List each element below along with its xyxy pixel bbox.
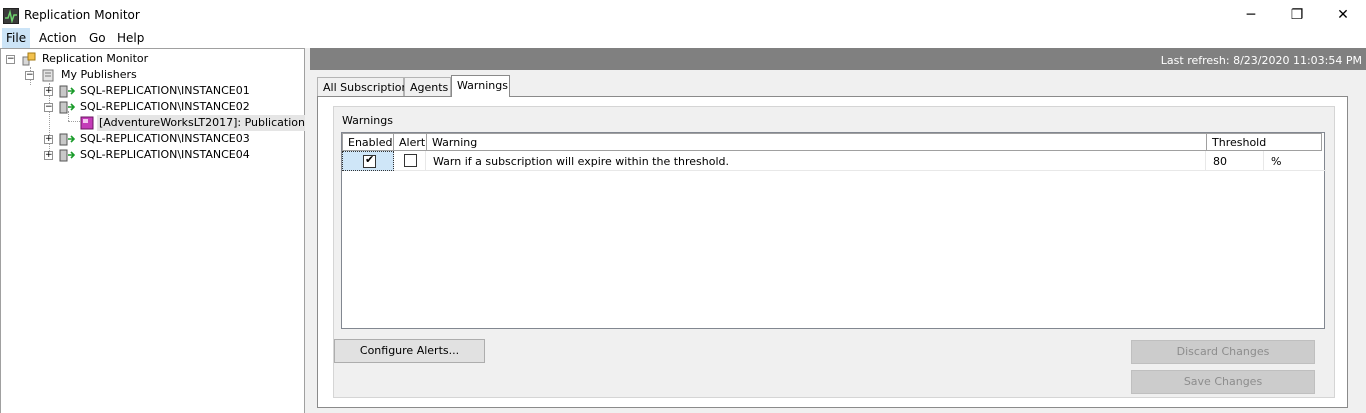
column-header-alert[interactable]: Alert <box>393 133 427 151</box>
warnings-groupbox: Warnings Enabled Alert Warning Threshold… <box>333 106 1335 398</box>
expand-icon[interactable]: + <box>44 87 53 96</box>
save-changes-button[interactable]: Save Changes <box>1131 370 1315 394</box>
tree-label: My Publishers <box>61 68 137 81</box>
server-publisher-icon <box>59 100 76 114</box>
title-bar: Replication Monitor ─ ❐ ✕ <box>0 0 1366 30</box>
warning-cell: Warn if a subscription will expire withi… <box>426 151 1206 171</box>
collapse-icon[interactable]: − <box>6 55 15 64</box>
warnings-tab-page: Warnings Enabled Alert Warning Threshold… <box>317 96 1348 408</box>
expand-icon[interactable]: + <box>44 151 53 160</box>
expand-icon[interactable]: + <box>44 135 53 144</box>
tab-agents[interactable]: Agents <box>404 77 451 97</box>
refresh-header: Last refresh: 8/23/2020 11:03:54 PM <box>310 48 1366 70</box>
tree-item-instance02[interactable]: − SQL-REPLICATION\INSTANCE02 <box>1 99 301 115</box>
server-publisher-icon <box>59 84 76 98</box>
tree-item-replication-monitor[interactable]: − Replication Monitor <box>1 51 301 67</box>
tree-label: SQL-REPLICATION\INSTANCE02 <box>80 100 250 113</box>
server-publisher-icon <box>59 148 76 162</box>
menu-file[interactable]: File <box>2 28 31 48</box>
threshold-value[interactable]: 80 <box>1206 151 1264 171</box>
menu-bar: File Action Go Help <box>0 28 1366 48</box>
menu-help[interactable]: Help <box>113 28 148 48</box>
column-header-enabled[interactable]: Enabled <box>342 133 394 151</box>
minimize-button[interactable]: ─ <box>1228 0 1274 30</box>
replication-monitor-app-icon <box>3 8 19 24</box>
publication-icon <box>80 116 94 130</box>
enabled-cell[interactable]: ✔ <box>342 151 394 171</box>
tree-item-my-publishers[interactable]: − My Publishers <box>1 67 301 83</box>
tree-item-publication1[interactable]: [AdventureWorksLT2017]: Publication1 <box>1 115 314 131</box>
tab-all-subscriptions[interactable]: All Subscriptions <box>317 77 414 97</box>
checkmark-icon: ✔ <box>365 153 375 166</box>
enabled-checkbox[interactable]: ✔ <box>363 153 376 168</box>
table-row[interactable]: ✔ Warn if a subscription will expire wit… <box>342 151 1326 171</box>
menu-action[interactable]: Action <box>35 28 81 48</box>
tree-item-instance03[interactable]: + SQL-REPLICATION\INSTANCE03 <box>1 131 301 147</box>
window-title: Replication Monitor <box>24 8 140 22</box>
maximize-button[interactable]: ❐ <box>1274 0 1320 30</box>
tree-label: SQL-REPLICATION\INSTANCE01 <box>80 84 250 97</box>
column-header-threshold[interactable]: Threshold <box>1206 133 1322 151</box>
tree-item-instance01[interactable]: + SQL-REPLICATION\INSTANCE01 <box>1 83 301 99</box>
alert-cell[interactable] <box>394 151 426 171</box>
details-pane: Last refresh: 8/23/2020 11:03:54 PM All … <box>310 48 1366 413</box>
tree-label: SQL-REPLICATION\INSTANCE04 <box>80 148 250 161</box>
warnings-grid[interactable]: Enabled Alert Warning Threshold ✔ Warn i… <box>341 132 1326 329</box>
grid-header: Enabled Alert Warning Threshold <box>342 133 1326 151</box>
tree-label: SQL-REPLICATION\INSTANCE03 <box>80 132 250 145</box>
tree-label: [AdventureWorksLT2017]: Publication1 <box>97 115 314 131</box>
publishers-folder-icon <box>41 68 55 82</box>
tree-item-instance04[interactable]: + SQL-REPLICATION\INSTANCE04 <box>1 147 301 163</box>
collapse-icon[interactable]: − <box>25 71 34 80</box>
last-refresh-text: Last refresh: 8/23/2020 11:03:54 PM <box>1160 54 1362 67</box>
close-button[interactable]: ✕ <box>1320 0 1366 30</box>
configure-alerts-button[interactable]: Configure Alerts... <box>334 339 485 363</box>
collapse-icon[interactable]: − <box>44 103 53 112</box>
discard-changes-button[interactable]: Discard Changes <box>1131 340 1315 364</box>
replication-monitor-node-icon <box>22 52 36 66</box>
alert-checkbox[interactable] <box>404 154 417 167</box>
column-header-warning[interactable]: Warning <box>426 133 1207 151</box>
menu-go[interactable]: Go <box>85 28 110 48</box>
group-label: Warnings <box>342 114 393 127</box>
navigation-tree[interactable]: − Replication Monitor − My Publishers + … <box>0 48 314 413</box>
threshold-unit: % <box>1271 155 1282 168</box>
tree-label: Replication Monitor <box>42 52 149 65</box>
tab-warnings[interactable]: Warnings <box>451 75 510 97</box>
server-publisher-icon <box>59 132 76 146</box>
